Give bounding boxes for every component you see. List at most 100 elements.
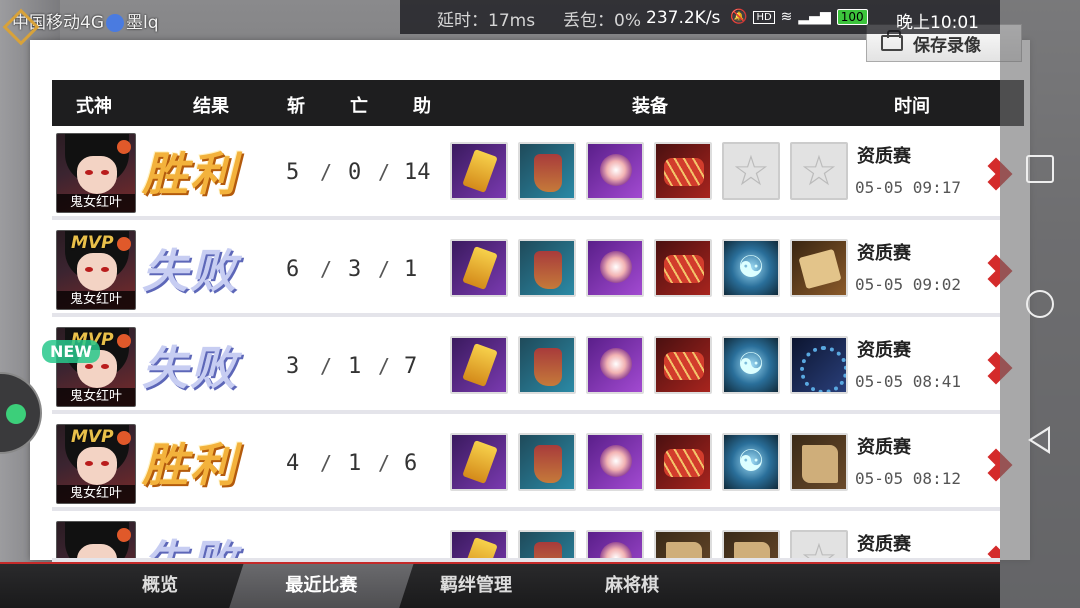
match-mode: 资质赛 bbox=[857, 534, 911, 555]
equipment-staff-icon[interactable] bbox=[586, 336, 644, 394]
match-row[interactable]: MVP 鬼女红叶胜利 4 / 1 / 6 资质赛 05-05 08:12 bbox=[52, 421, 1013, 511]
match-time: 05-05 08:41 bbox=[855, 372, 961, 391]
tab-mahjong-chess[interactable]: 麻将棋 bbox=[572, 564, 692, 608]
kda-separator: / bbox=[320, 160, 333, 184]
header-equipment: 装备 bbox=[632, 96, 668, 117]
equipment-bagua-icon[interactable] bbox=[722, 433, 780, 491]
match-time: 05-05 08:12 bbox=[855, 469, 961, 488]
kda-separator: / bbox=[320, 257, 333, 281]
avatar-face bbox=[77, 156, 117, 194]
bottom-tab-bar: 概览 最近比赛 羁绊管理 麻将棋 bbox=[0, 562, 1000, 608]
table-header: 式神 结果 斩 亡 助 装备 时间 bbox=[52, 80, 1024, 126]
tab-overview[interactable]: 概览 bbox=[100, 564, 220, 608]
shikigami-name: 鬼女红叶 bbox=[57, 485, 135, 503]
empty-equipment-slot[interactable] bbox=[722, 142, 780, 200]
match-result: 胜利 bbox=[142, 438, 238, 492]
match-result: 失败 bbox=[142, 341, 238, 395]
avatar-eye bbox=[85, 267, 93, 272]
equipment-boots-icon[interactable] bbox=[518, 239, 576, 297]
equipment-scroll-icon[interactable] bbox=[450, 336, 508, 394]
equipment-parch-icon[interactable] bbox=[654, 530, 712, 558]
equipment-rope-icon[interactable] bbox=[654, 336, 712, 394]
equipment-boots-icon[interactable] bbox=[518, 530, 576, 558]
match-row[interactable]: 失败 资质赛 bbox=[52, 518, 1000, 562]
equipment-boots-icon[interactable] bbox=[518, 142, 576, 200]
assists-value: 14 bbox=[404, 160, 431, 185]
match-row[interactable]: MVP 鬼女红叶失败 6 / 3 / 1 资质赛 05-05 09:02 bbox=[52, 227, 1013, 317]
home-icon[interactable] bbox=[1026, 290, 1054, 318]
empty-equipment-slot[interactable] bbox=[790, 142, 848, 200]
equipment-chain-icon[interactable] bbox=[790, 336, 848, 394]
equipment-staff-icon[interactable] bbox=[586, 530, 644, 558]
equipment-boots-icon[interactable] bbox=[518, 433, 576, 491]
recent-apps-icon[interactable] bbox=[1026, 155, 1054, 183]
app-dot-icon bbox=[106, 14, 124, 32]
equipment-staff-icon[interactable] bbox=[586, 239, 644, 297]
avatar-eye bbox=[85, 170, 93, 175]
avatar-flower bbox=[117, 431, 131, 445]
equipment-scroll-icon[interactable] bbox=[450, 530, 508, 558]
equipment-rope-icon[interactable] bbox=[654, 433, 712, 491]
header-deaths: 亡 bbox=[350, 96, 368, 117]
header-shikigami: 式神 bbox=[76, 96, 112, 117]
equipment-rope-icon[interactable] bbox=[654, 239, 712, 297]
match-time: 05-05 09:02 bbox=[855, 275, 961, 294]
kda-separator: / bbox=[320, 451, 333, 475]
mvp-badge: MVP bbox=[71, 233, 114, 253]
header-time: 时间 bbox=[894, 96, 930, 117]
expand-arrow-icon[interactable] bbox=[986, 545, 1000, 558]
tab-bond-management-label: 羁绊管理 bbox=[440, 575, 512, 596]
header-result: 结果 bbox=[193, 96, 229, 117]
shikigami-avatar bbox=[56, 521, 136, 558]
avatar-eye bbox=[85, 364, 93, 369]
hd-icon: HD bbox=[753, 10, 775, 24]
android-navigation-bar bbox=[1000, 0, 1080, 608]
avatar-eye bbox=[85, 461, 93, 466]
equipment-rope-icon[interactable] bbox=[654, 142, 712, 200]
avatar-face bbox=[77, 253, 117, 291]
equipment-staff-icon[interactable] bbox=[586, 433, 644, 491]
equipment-map-icon[interactable] bbox=[790, 239, 848, 297]
signal-icon: ▂▄▆ bbox=[798, 9, 831, 25]
equipment-staff-icon[interactable] bbox=[586, 142, 644, 200]
network-speed: 237.2K/s bbox=[646, 8, 721, 28]
avatar-eye bbox=[101, 461, 109, 466]
tab-recent-matches[interactable]: 最近比赛 bbox=[228, 564, 414, 608]
match-result: 失败 bbox=[142, 244, 238, 298]
equipment-bagua-icon[interactable] bbox=[722, 336, 780, 394]
clock: 晚上10:01 bbox=[896, 13, 979, 33]
equipment-bagua-icon[interactable] bbox=[722, 239, 780, 297]
avatar-flower bbox=[117, 334, 131, 348]
match-row[interactable]: 鬼女红叶胜利 5 / 0 / 14 资质赛 05-05 09:17 bbox=[52, 130, 1013, 220]
tab-mahjong-chess-label: 麻将棋 bbox=[605, 575, 659, 596]
tab-overview-label: 概览 bbox=[142, 575, 178, 596]
wifi-icon: ≋ bbox=[780, 9, 793, 25]
back-icon[interactable] bbox=[1028, 426, 1050, 454]
match-result: 胜利 bbox=[142, 147, 238, 201]
equipment-scroll-icon[interactable] bbox=[450, 433, 508, 491]
equipment-parch-icon[interactable] bbox=[790, 433, 848, 491]
empty-equipment-slot[interactable] bbox=[790, 530, 848, 558]
tab-bond-management[interactable]: 羁绊管理 bbox=[416, 564, 536, 608]
match-row[interactable]: MVP鬼女红叶失败 3 / 1 / 7 资质赛 05-05 08:41 bbox=[52, 324, 1013, 414]
status-icons: 🔕 HD ≋ ▂▄▆ 100 bbox=[730, 9, 868, 25]
equipment-scroll-icon[interactable] bbox=[450, 239, 508, 297]
match-time: 05-05 09:17 bbox=[855, 178, 961, 197]
equipment-scroll-icon[interactable] bbox=[450, 142, 508, 200]
kda-separator: / bbox=[378, 257, 391, 281]
header-assists: 助 bbox=[413, 96, 431, 117]
packet-loss-readout: 丢包：0% bbox=[563, 11, 641, 31]
kda-separator: / bbox=[378, 451, 391, 475]
kills-value: 5 bbox=[286, 160, 300, 185]
mute-icon: 🔕 bbox=[730, 9, 748, 25]
header-kills: 斩 bbox=[287, 96, 305, 117]
avatar-eye bbox=[101, 170, 109, 175]
equipment-boots-icon[interactable] bbox=[518, 336, 576, 394]
shikigami-name: 鬼女红叶 bbox=[57, 194, 135, 212]
shikigami-name: 鬼女红叶 bbox=[57, 388, 135, 406]
deaths-value: 3 bbox=[348, 257, 362, 282]
shikigami-avatar: MVP鬼女红叶 bbox=[56, 230, 136, 310]
latency-readout: 延时：17ms bbox=[437, 11, 536, 31]
shikigami-avatar: MVP鬼女红叶 bbox=[56, 327, 136, 407]
equipment-parch-icon[interactable] bbox=[722, 530, 780, 558]
